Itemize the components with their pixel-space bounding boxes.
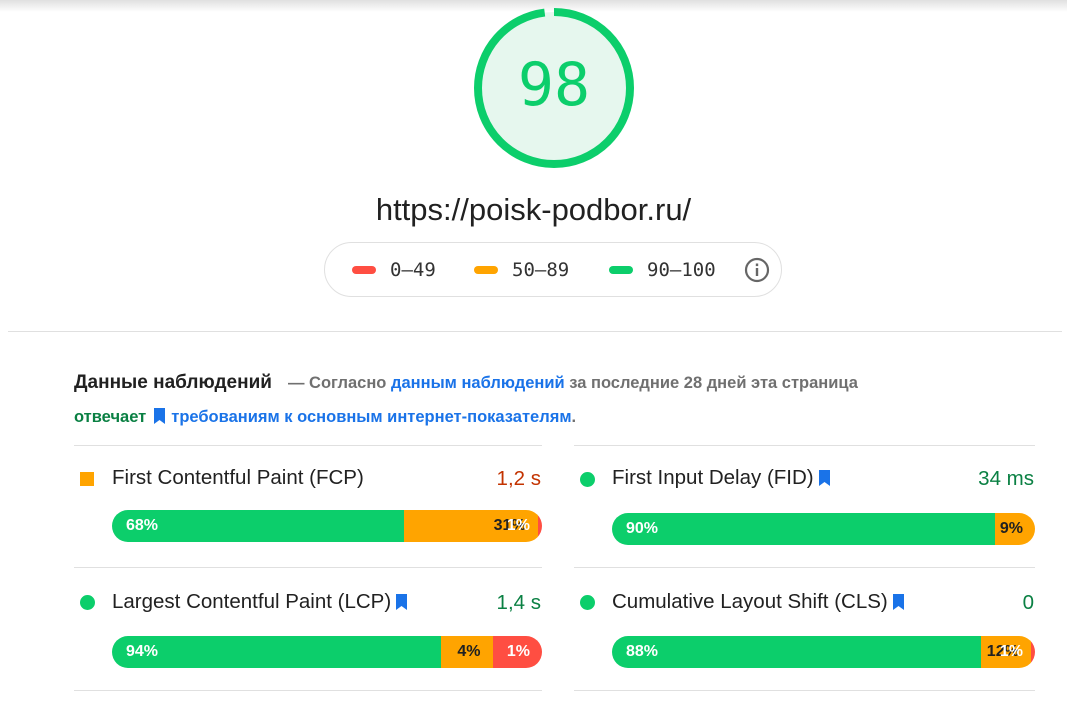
cls-good-pct: 88% [626,643,659,660]
fcp-distribution-bar: 68% 31% 1% [112,510,542,542]
metric-divider [74,690,542,691]
cls-good-segment: 88% [612,636,981,668]
bookmark-icon [154,408,166,424]
fid-pass-marker [580,472,595,487]
field-data-text1: Согласно [309,374,387,392]
field-data-dash: — [287,374,305,392]
bookmark-icon [892,594,904,610]
cls-poor-segment: 1% [1000,636,1035,668]
field-data-summary: Данные наблюдений — Согласно данным наблю… [74,366,974,434]
legend-pass: 90–100 [609,259,716,281]
field-data-link[interactable]: данным наблюдений [391,374,565,392]
legend-average-label: 50–89 [512,259,570,281]
core-vitals-link[interactable]: требованиям к основным интернет-показате… [171,408,571,426]
legend-fail-label: 0–49 [390,259,436,281]
fid-metric-value: 34 ms [978,467,1034,490]
section-divider [8,331,1062,332]
fcp-metric-name: First Contentful Paint (FCP) [112,466,364,489]
cls-pass-marker [580,595,595,610]
field-data-text2: за последние 28 дней эта страница [569,374,858,392]
legend-pass-label: 90–100 [647,259,716,281]
lcp-good-segment: 94% [112,636,441,668]
lcp-pass-marker [80,595,95,610]
lcp-poor-pct: 1% [506,643,530,660]
lcp-average-pct: 4% [457,643,481,660]
metric-divider [574,445,1035,446]
fid-name-text: First Input Delay (FID) [612,466,814,489]
legend-average-pill [474,266,498,274]
lcp-metric-value: 1,4 s [496,591,541,614]
lcp-metric-name: Largest Contentful Paint (LCP) [112,590,413,614]
score-gauge: 98 [466,0,642,176]
cls-name-text: Cumulative Layout Shift (CLS) [612,590,888,613]
cls-metric-name: Cumulative Layout Shift (CLS) [612,590,910,614]
cls-distribution-bar: 88% 12% 1% [612,636,1035,668]
field-data-title: Данные наблюдений [74,372,272,393]
legend-fail-pill [352,266,376,274]
cls-metric-value: 0 [1022,591,1034,614]
bookmark-icon [818,470,830,486]
fid-metric-name: First Input Delay (FID) [612,466,836,490]
fid-average-segment: 9% [994,513,1035,545]
info-icon[interactable] [744,257,770,283]
fcp-good-segment: 68% [112,510,405,542]
fid-average-pct: 9% [999,520,1023,537]
lcp-good-pct: 94% [126,643,159,660]
legend-pass-pill [609,266,633,274]
lcp-poor-segment: 1% [492,636,542,668]
metric-divider [74,445,542,446]
legend-average: 50–89 [474,259,569,281]
fcp-metric-value: 1,2 s [496,467,541,490]
bookmark-icon [396,594,408,610]
performance-score: 98 [517,50,591,120]
score-legend: 0–49 50–89 90–100 [324,242,782,297]
page-url: https://poisk-podbor.ru/ [375,192,692,227]
lcp-distribution-bar: 94% 4% 1% [112,636,542,668]
metric-divider [574,567,1035,568]
fcp-poor-segment: 1% [507,510,542,542]
fid-distribution-bar: 90% 9% [612,513,1035,545]
legend-fail: 0–49 [352,259,436,281]
fid-good-pct: 90% [626,520,659,537]
fcp-poor-pct: 1% [506,517,530,534]
lcp-average-segment: 4% [440,636,493,668]
lcp-name-text: Largest Contentful Paint (LCP) [112,590,392,613]
fcp-average-marker [80,472,94,486]
metric-divider [74,567,542,568]
fid-good-segment: 90% [612,513,995,545]
cls-poor-pct: 1% [999,643,1023,660]
metric-divider [574,690,1035,691]
field-data-period: . [571,408,577,426]
fcp-good-pct: 68% [126,517,159,534]
field-data-pass-word: отвечает [74,408,147,426]
